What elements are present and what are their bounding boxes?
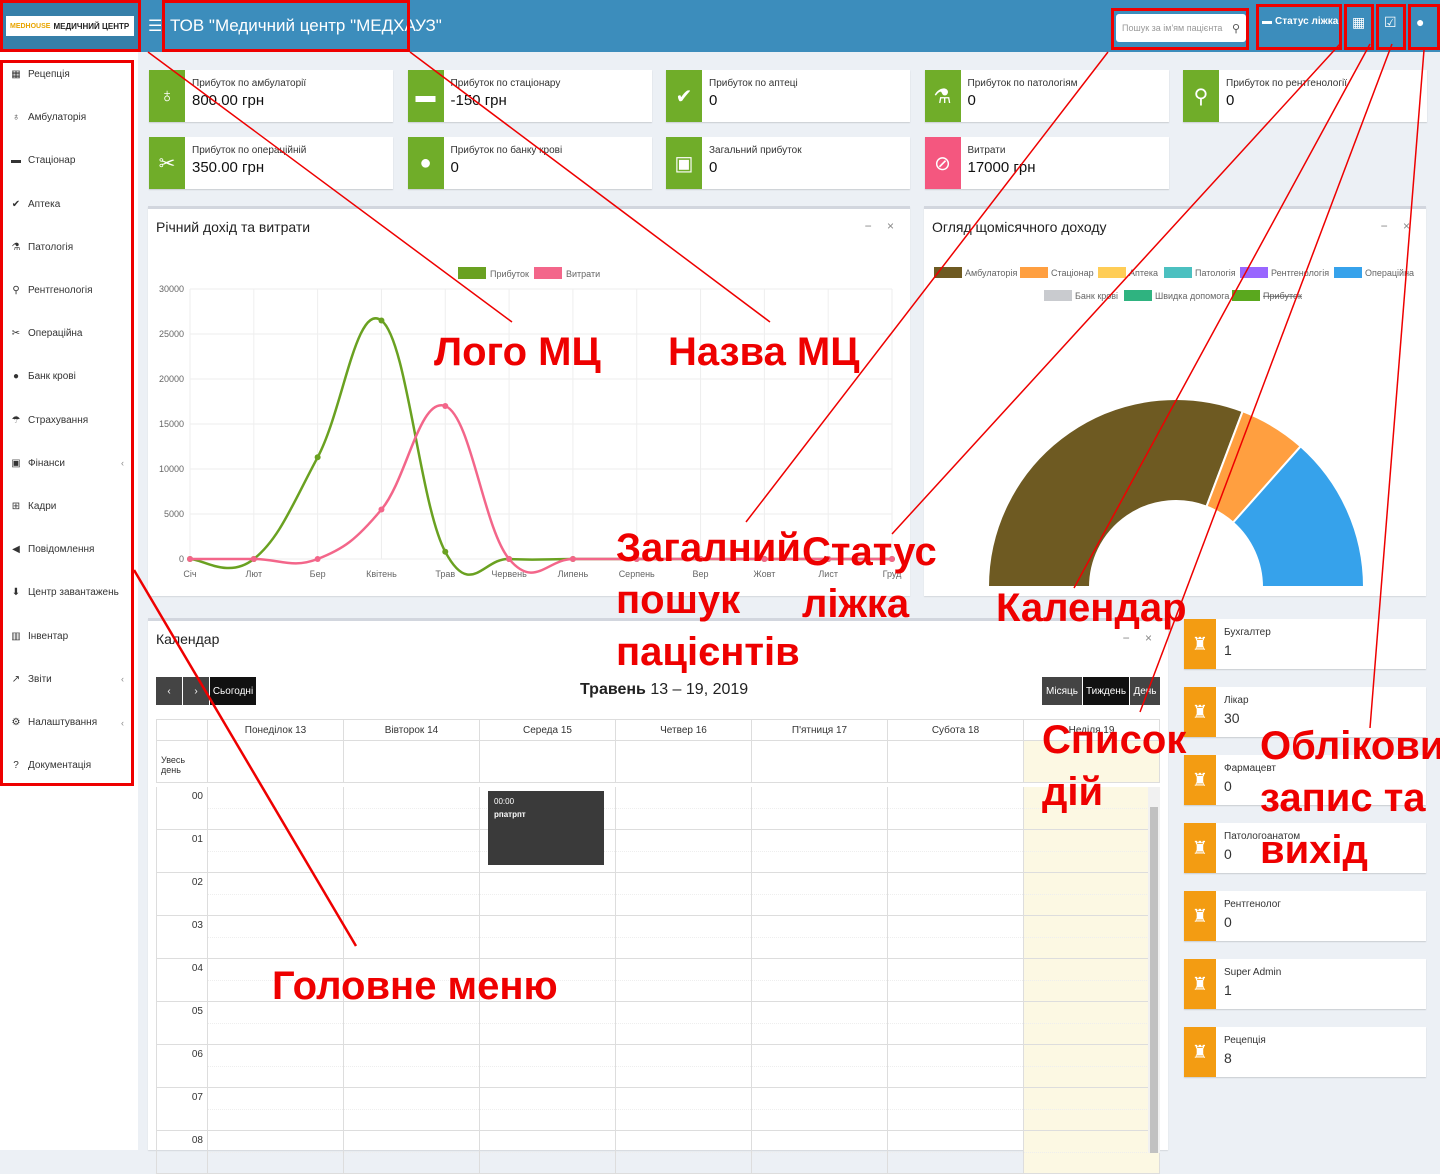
annotation-name: Назва МЦ bbox=[668, 330, 860, 374]
annotation-calendar: Календар bbox=[996, 586, 1187, 630]
annotation-bed-status: Статус ліжка bbox=[802, 530, 937, 626]
annotation-search: Загалний пошук пацієнтів bbox=[616, 526, 801, 674]
annotation-account: Обліковий запис та вихід bbox=[1260, 724, 1440, 872]
annotation-logo: Лого МЦ bbox=[434, 330, 601, 374]
annotation-menu: Головне меню bbox=[272, 964, 558, 1008]
annotation-activity: Список дій bbox=[1042, 718, 1187, 814]
